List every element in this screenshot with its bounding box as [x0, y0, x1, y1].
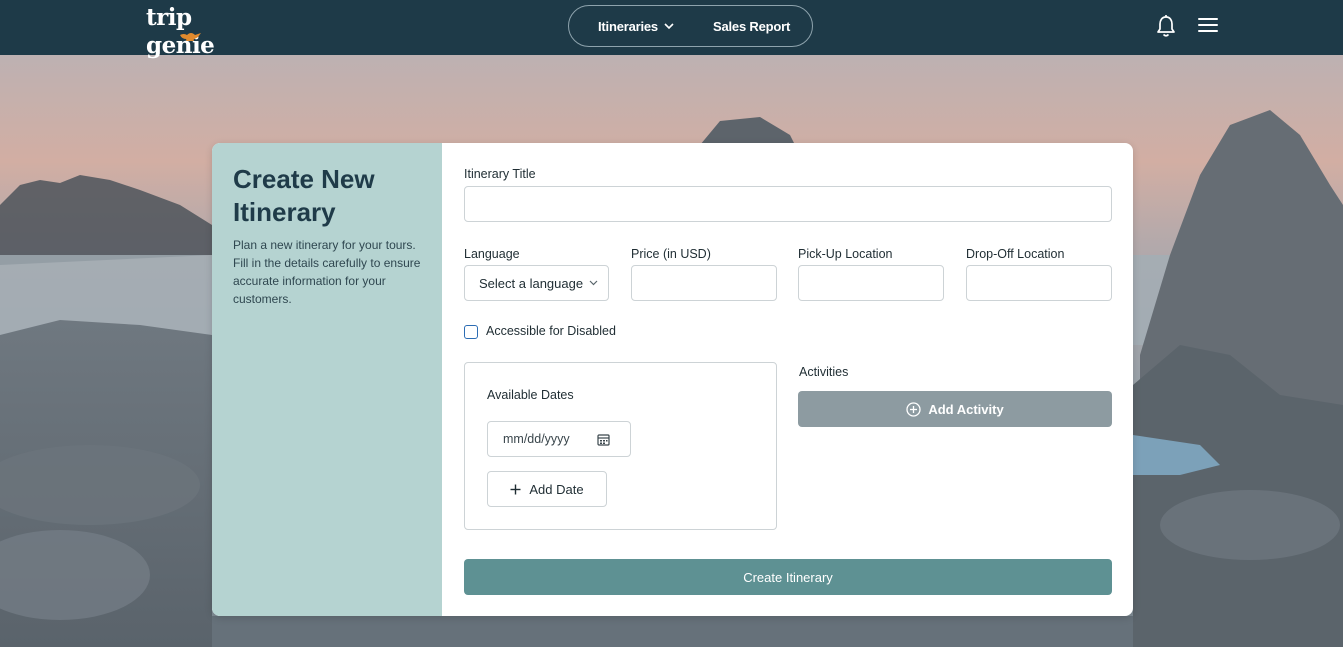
plus-icon	[510, 484, 521, 494]
itinerary-form: Itinerary Title Language Select a langua…	[464, 143, 1112, 616]
nav-itineraries-dropdown[interactable]: Itineraries	[598, 19, 674, 34]
language-select[interactable]: Select a language	[464, 265, 609, 301]
side-panel: Create New Itinerary Plan a new itinerar…	[212, 143, 442, 616]
top-navbar: trip genie Itineraries Sales Report	[0, 0, 1343, 59]
trip-genie-logo[interactable]: trip genie	[146, 4, 266, 59]
add-activity-label: Add Activity	[928, 401, 1004, 417]
nav-itineraries-label: Itineraries	[598, 19, 658, 34]
activities-label: Activities	[799, 365, 849, 379]
page-title: Create New Itinerary	[233, 164, 375, 227]
available-dates-label: Available Dates	[487, 388, 574, 402]
logo-text: trip genie	[146, 4, 215, 59]
accessible-checkbox[interactable]	[464, 325, 478, 339]
dropoff-location-input[interactable]	[966, 265, 1112, 301]
available-dates-section: Available Dates mm/dd/yyyy Add Date	[464, 362, 777, 530]
genie-lamp-icon	[180, 33, 201, 41]
notifications-button[interactable]	[1155, 14, 1177, 43]
bell-icon	[1157, 15, 1175, 37]
add-date-button[interactable]: Add Date	[487, 471, 607, 507]
chevron-down-icon	[589, 280, 598, 286]
add-activity-button[interactable]: Add Activity	[798, 391, 1112, 427]
accessible-label[interactable]: Accessible for Disabled	[486, 324, 616, 338]
plus-circle-icon	[906, 401, 921, 417]
hamburger-menu-icon	[1198, 18, 1218, 32]
itinerary-title-input[interactable]	[464, 186, 1112, 222]
date-input-placeholder: mm/dd/yyyy	[503, 432, 570, 446]
itinerary-title-label: Itinerary Title	[464, 167, 536, 181]
price-label: Price (in USD)	[631, 247, 711, 261]
pickup-location-label: Pick-Up Location	[798, 247, 893, 261]
create-itinerary-label: Create Itinerary	[743, 569, 833, 585]
main-nav: Itineraries Sales Report	[568, 5, 813, 47]
page-description: Plan a new itinerary for your tours. Fil…	[233, 238, 421, 306]
menu-button[interactable]	[1198, 16, 1218, 39]
nav-sales-report-label: Sales Report	[713, 19, 791, 34]
pickup-location-input[interactable]	[798, 265, 944, 301]
dropoff-location-label: Drop-Off Location	[966, 247, 1065, 261]
nav-sales-report[interactable]: Sales Report	[713, 19, 790, 34]
price-input[interactable]	[631, 265, 777, 301]
language-label: Language	[464, 247, 520, 261]
create-itinerary-button[interactable]: Create Itinerary	[464, 559, 1112, 595]
add-date-label: Add Date	[529, 481, 584, 497]
calendar-icon[interactable]	[597, 433, 610, 446]
date-input[interactable]: mm/dd/yyyy	[487, 421, 631, 457]
create-itinerary-card: Create New Itinerary Plan a new itinerar…	[212, 143, 1133, 616]
chevron-down-icon	[664, 23, 674, 30]
language-select-value: Select a language	[479, 275, 584, 291]
